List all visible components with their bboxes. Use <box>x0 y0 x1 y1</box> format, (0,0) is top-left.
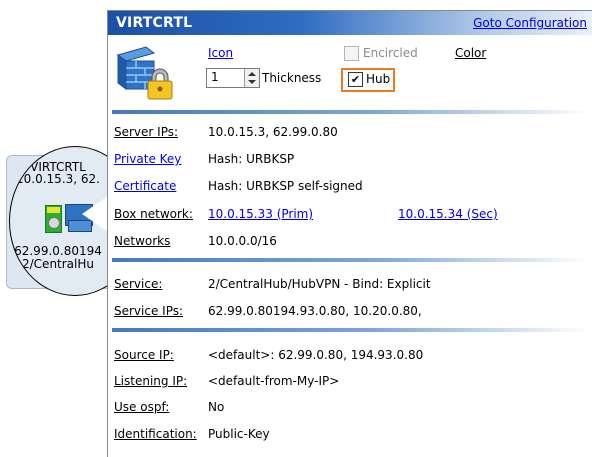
checkmark-icon: ✔ <box>350 73 361 86</box>
use-ospf-value: No <box>208 400 225 414</box>
stepper-up-icon[interactable] <box>248 72 256 76</box>
popup-title: VIRTCRTL <box>116 15 193 31</box>
node-info-popup: VIRTCRTL Goto Configuration Icon Encircl… <box>107 10 592 457</box>
identification-label: Identification: <box>114 427 197 441</box>
thickness-label: Thickness <box>262 71 322 85</box>
private-key-link[interactable]: Private Key <box>114 152 181 166</box>
color-link[interactable]: Color <box>455 46 486 60</box>
networks-value: 10.0.0.0/16 <box>208 234 277 248</box>
box-network-label: Box network: <box>114 207 193 221</box>
source-ip-label: Source IP: <box>114 348 174 362</box>
service-ips-label: Service IPs: <box>114 304 184 318</box>
icon-link[interactable]: Icon <box>208 46 233 60</box>
popup-title-bar: VIRTCRTL Goto Configuration <box>108 11 592 35</box>
stepper-down-icon[interactable] <box>248 80 256 84</box>
service-label: Service: <box>114 277 163 291</box>
stepper-arrows[interactable] <box>244 69 259 87</box>
hub-label: Hub <box>366 72 391 86</box>
server-ips-value: 10.0.15.3, 62.99.0.80 <box>208 125 338 139</box>
identification-value: Public-Key <box>208 427 270 441</box>
listening-ip-label: Listening IP: <box>114 374 188 388</box>
thickness-stepper[interactable]: 1 <box>206 68 260 88</box>
box-network-sec-link[interactable]: 10.0.15.34 (Sec) <box>398 207 498 221</box>
popup-pointer <box>82 196 108 232</box>
gateway-icon[interactable] <box>45 205 62 233</box>
listening-ip-value: <default-from-My-IP> <box>208 374 340 388</box>
separator <box>112 110 590 114</box>
service-ips-value: 62.99.0.80194.93.0.80, 10.20.0.80, <box>208 304 422 318</box>
thickness-value: 1 <box>211 70 219 84</box>
separator <box>112 258 590 262</box>
encircled-label: Encircled <box>363 46 418 60</box>
hub-checkbox[interactable]: ✔ <box>348 72 363 87</box>
goto-configuration-link[interactable]: Goto Configuration <box>473 16 587 30</box>
box-network-prim-link[interactable]: 10.0.15.33 (Prim) <box>208 207 313 221</box>
networks-label: Networks <box>114 234 171 248</box>
private-key-value: Hash: URBKSP <box>208 152 295 166</box>
encircled-checkbox[interactable] <box>344 46 359 61</box>
separator <box>112 328 590 332</box>
certificate-value: Hash: URBKSP self-signed <box>208 179 363 193</box>
node-ip: 10.0.15.3, 62. <box>16 172 100 186</box>
certificate-link[interactable]: Certificate <box>114 179 176 193</box>
firewall-lock-icon <box>116 46 173 100</box>
node-hub: 2/CentralHu <box>22 257 94 271</box>
service-value: 2/CentralHub/HubVPN - Bind: Explicit <box>208 277 431 291</box>
use-ospf-label: Use ospf: <box>114 400 170 414</box>
source-ip-value: <default>: 62.99.0.80, 194.93.0.80 <box>208 348 424 362</box>
server-ips-label: Server IPs: <box>114 125 179 139</box>
